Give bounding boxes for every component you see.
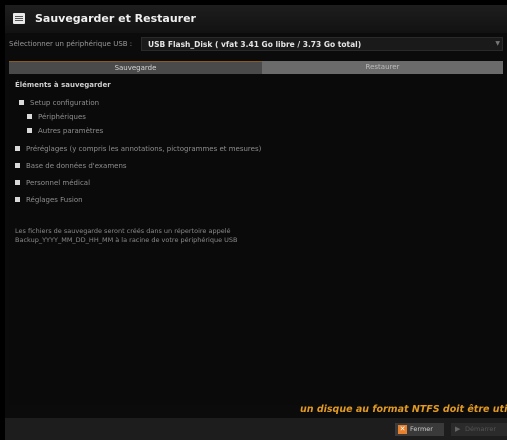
backup-panel: Éléments à sauvegarder Setup configurati… bbox=[9, 75, 507, 415]
close-icon: ✕ bbox=[398, 425, 407, 434]
option-label: Réglages Fusion bbox=[26, 196, 83, 204]
start-button-label: Démarrer bbox=[465, 425, 497, 433]
option-label: Setup configuration bbox=[30, 99, 100, 107]
option-label: Préréglages (y compris les annotations, … bbox=[26, 145, 262, 153]
option-label: Base de données d'examens bbox=[26, 162, 127, 170]
note-line-1: Les fichiers de sauvegarde seront créés … bbox=[15, 227, 231, 235]
checkbox-icon[interactable] bbox=[27, 127, 32, 133]
title-bar: Sauvegarder et Restaurer bbox=[5, 5, 507, 33]
option-label: Périphériques bbox=[38, 113, 86, 121]
backup-location-note: Les fichiers de sauvegarde seront créés … bbox=[15, 227, 238, 245]
section-title: Éléments à sauvegarder bbox=[15, 81, 111, 89]
checkbox-icon[interactable] bbox=[19, 99, 24, 105]
checkbox-icon[interactable] bbox=[15, 162, 20, 168]
checkbox-icon[interactable] bbox=[15, 179, 20, 185]
start-button[interactable]: ▶ Démarrer bbox=[451, 423, 507, 436]
window-icon bbox=[13, 13, 25, 24]
option-label: Autres paramètres bbox=[38, 127, 104, 135]
ntfs-warning: un disque au format NTFS doit être utili… bbox=[300, 404, 507, 415]
footer-bar: ✕ Fermer ▶ Démarrer bbox=[5, 418, 507, 440]
close-button-label: Fermer bbox=[410, 425, 433, 433]
chevron-down-icon: ▼ bbox=[495, 40, 500, 47]
usb-device-value: USB Flash_Disk ( vfat 3.41 Go libre / 3.… bbox=[148, 40, 362, 49]
tab-bar: Sauvegarde Restaurer bbox=[9, 61, 503, 74]
option-autres-parametres[interactable]: Autres paramètres bbox=[27, 127, 103, 135]
checkbox-icon[interactable] bbox=[27, 113, 32, 119]
checkbox-icon[interactable] bbox=[15, 145, 20, 151]
tab-restaurer[interactable]: Restaurer bbox=[262, 61, 503, 74]
dialog-title: Sauvegarder et Restaurer bbox=[35, 12, 196, 25]
option-personnel-medical[interactable]: Personnel médical bbox=[15, 179, 90, 187]
option-reglages-fusion[interactable]: Réglages Fusion bbox=[15, 196, 83, 204]
usb-device-select[interactable]: USB Flash_Disk ( vfat 3.41 Go libre / 3.… bbox=[141, 37, 503, 51]
play-icon: ▶ bbox=[455, 425, 461, 433]
option-label: Personnel médical bbox=[26, 179, 91, 187]
backup-restore-dialog: Sauvegarder et Restaurer Sélectionner un… bbox=[5, 5, 507, 440]
tab-sauvegarde[interactable]: Sauvegarde bbox=[9, 61, 262, 74]
note-line-2: Backup_YYYY_MM_DD_HH_MM à la racine de v… bbox=[15, 236, 238, 244]
close-button[interactable]: ✕ Fermer bbox=[395, 423, 444, 436]
usb-device-label: Sélectionner un périphérique USB : bbox=[9, 40, 133, 48]
screen: Sauvegarder et Restaurer Sélectionner un… bbox=[0, 0, 507, 440]
option-prereglages[interactable]: Préréglages (y compris les annotations, … bbox=[15, 145, 261, 153]
option-peripheriques[interactable]: Périphériques bbox=[27, 113, 86, 121]
option-setup-configuration[interactable]: Setup configuration bbox=[19, 99, 99, 107]
option-base-donnees-examens[interactable]: Base de données d'examens bbox=[15, 162, 127, 170]
checkbox-icon[interactable] bbox=[15, 196, 20, 202]
